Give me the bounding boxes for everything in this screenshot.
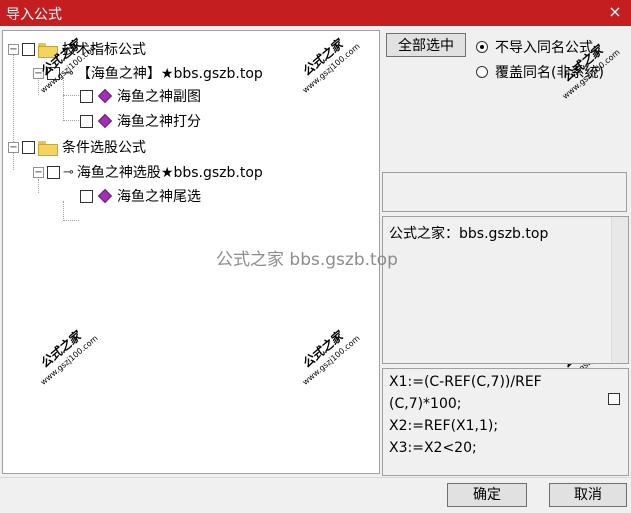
folder-icon: [38, 140, 58, 156]
radio-dot-selected[interactable]: [476, 41, 488, 53]
cancel-button[interactable]: 取消: [549, 483, 627, 507]
select-all-button[interactable]: 全部选中: [386, 33, 466, 57]
window-title: 导入公式: [6, 7, 62, 23]
tree-node-subchart[interactable]: 海鱼之神副图: [79, 85, 201, 107]
tree-node-tail-pick[interactable]: 海鱼之神尾选: [79, 185, 201, 207]
tree-node-score[interactable]: 海鱼之神打分: [79, 110, 201, 132]
node-label: 【海鱼之神】★bbs.gszb.top: [76, 66, 263, 82]
info-text: 公式之家：bbs.gszb.top: [389, 226, 549, 242]
tree-node-haiyu-group[interactable]: − ⊸ 【海鱼之神】★bbs.gszb.top: [33, 62, 263, 84]
description-panel: [382, 172, 627, 212]
code-line: (C,7)*100;: [389, 396, 462, 412]
title-bar: 导入公式 ×: [0, 0, 631, 26]
info-panel: 公式之家：bbs.gszb.top: [382, 216, 629, 364]
formula-gem-icon: [97, 88, 113, 104]
info-scrollbar[interactable]: [611, 217, 628, 363]
key-icon: ⊸: [63, 164, 74, 180]
key-icon: ⊸: [63, 65, 74, 81]
node-label: 技术指标公式: [62, 42, 146, 58]
collapse-toggle[interactable]: −: [8, 43, 19, 55]
formula-code-panel[interactable]: X1:=(C-REF(C,7))/REF (C,7)*100; X2:=REF(…: [382, 368, 629, 476]
center-watermark: 公式之家 bbs.gszb.top: [216, 250, 398, 270]
node-checkbox[interactable]: [80, 189, 93, 203]
node-label: 海鱼之神选股★bbs.gszb.top: [76, 165, 263, 181]
radio-dot[interactable]: [476, 66, 488, 78]
node-checkbox[interactable]: [22, 42, 35, 56]
code-line: X3:=X2<20;: [389, 440, 477, 456]
node-checkbox[interactable]: [47, 165, 60, 179]
node-checkbox[interactable]: [47, 66, 60, 80]
folder-icon: [38, 42, 58, 58]
radio-overwrite[interactable]: 覆盖同名(非系统): [476, 62, 604, 82]
collapse-toggle[interactable]: −: [33, 166, 44, 178]
button-bar: 确定 取消: [0, 477, 631, 513]
radio-label: 不导入同名公式: [495, 40, 593, 56]
tree-node-stock-pick[interactable]: − ⊸ 海鱼之神选股★bbs.gszb.top: [33, 161, 263, 183]
close-icon[interactable]: ×: [605, 1, 625, 23]
node-label: 海鱼之神打分: [117, 114, 201, 130]
radio-skip-duplicates[interactable]: 不导入同名公式: [476, 37, 593, 57]
node-checkbox[interactable]: [80, 89, 93, 103]
code-checkbox[interactable]: [608, 393, 620, 405]
formula-gem-icon: [97, 188, 113, 204]
node-checkbox[interactable]: [22, 140, 35, 154]
node-checkbox[interactable]: [80, 114, 93, 128]
ok-button[interactable]: 确定: [447, 483, 527, 507]
node-label: 海鱼之神尾选: [117, 189, 201, 205]
dialog-body: − 技术指标公式 − ⊸ 【海鱼之神】★bbs.gszb.top 海鱼之神副图 …: [0, 26, 631, 513]
tree-node-indicators[interactable]: − 技术指标公式: [8, 38, 146, 60]
collapse-toggle[interactable]: −: [33, 67, 44, 79]
node-label: 条件选股公式: [62, 140, 146, 156]
code-line: X1:=(C-REF(C,7))/REF: [389, 374, 542, 390]
radio-label: 覆盖同名(非系统): [495, 65, 604, 81]
collapse-toggle[interactable]: −: [8, 141, 19, 153]
tree-node-screening[interactable]: − 条件选股公式: [8, 136, 146, 158]
formula-gem-icon: [97, 113, 113, 129]
code-line: X2:=REF(X1,1);: [389, 418, 499, 434]
node-label: 海鱼之神副图: [117, 89, 201, 105]
